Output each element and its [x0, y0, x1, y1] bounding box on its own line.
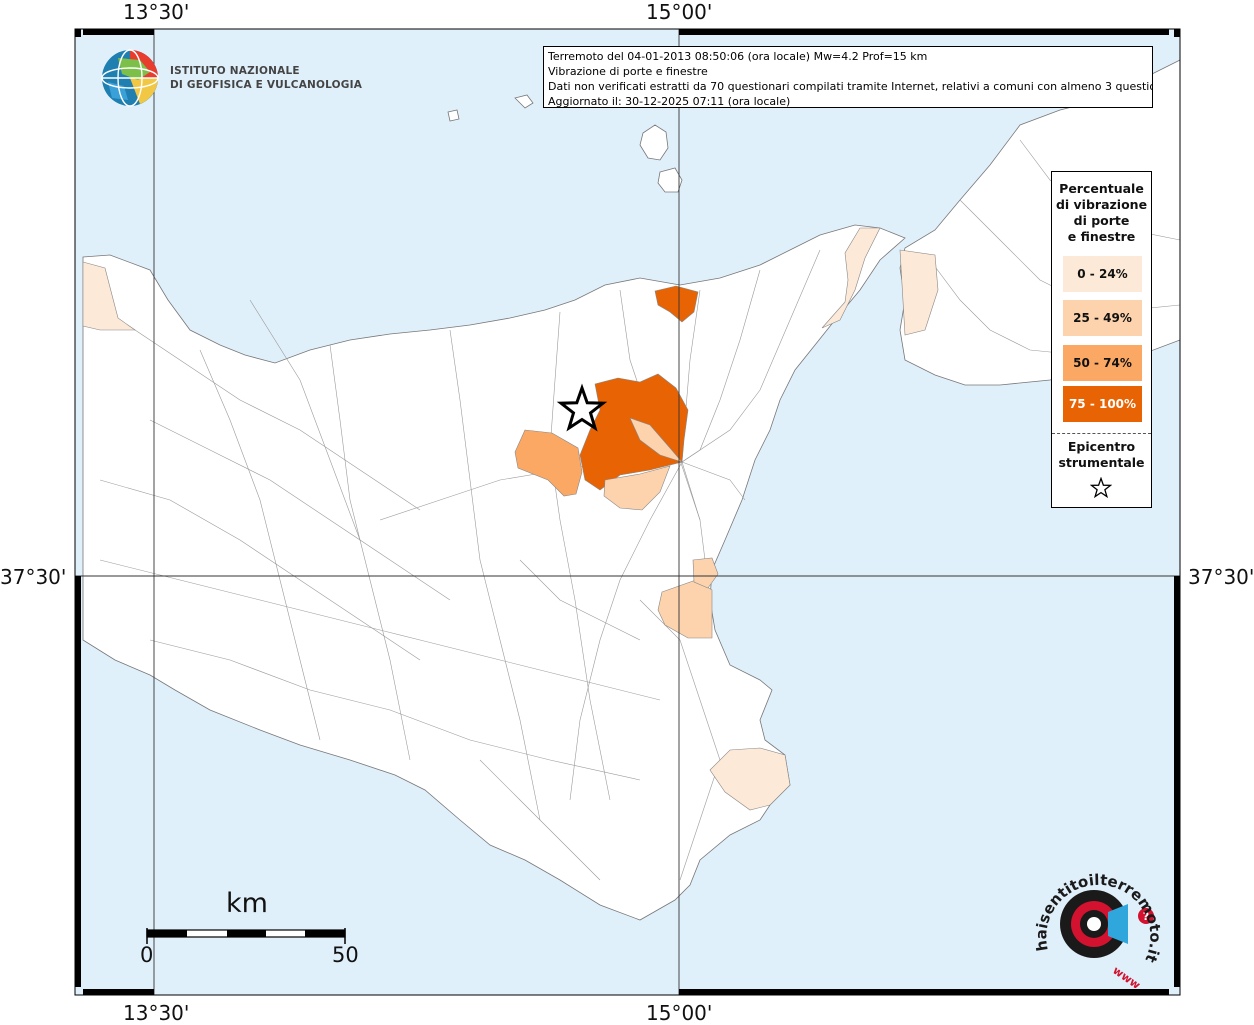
legend-epicenter-line: Epicentro [1067, 439, 1136, 454]
legend-epicenter-line: strumentale [1058, 455, 1145, 470]
legend-title-line: e finestre [1067, 229, 1136, 244]
legend-class-1: 25 - 49% [1063, 300, 1142, 336]
scale-start: 0 [140, 943, 154, 967]
legend-title: Percentuale di vibrazione di porte e fin… [1052, 181, 1151, 245]
event-updated: Aggiornato il: 30-12-2025 07:11 (ora loc… [548, 95, 791, 108]
legend-class-3: 75 - 100% [1063, 386, 1142, 422]
scale-end: 50 [332, 943, 359, 967]
legend-class-0: 0 - 24% [1063, 256, 1142, 292]
lon-label-bottom-right: 15°00' [646, 1001, 713, 1025]
lon-label-top-left: 13°30' [123, 0, 190, 24]
event-info-box: Terremoto del 04-01-2013 08:50:06 (ora l… [543, 46, 1153, 108]
haisentito-logo-icon: ? haisentitoilterremoto.it www. [1032, 871, 1164, 988]
institute-name: ISTITUTO NAZIONALE DI GEOFISICA E VULCAN… [170, 64, 362, 92]
scale-unit: km [226, 888, 268, 919]
legend-epicenter-label: Epicentro strumentale [1052, 439, 1151, 471]
event-title: Terremoto del 04-01-2013 08:50:06 (ora l… [548, 50, 928, 63]
legend-title-line: Percentuale [1059, 181, 1144, 196]
lon-label-top-right: 15°00' [646, 0, 713, 24]
legend-star-icon [1090, 477, 1112, 499]
event-note: Dati non verificati estratti da 70 quest… [548, 80, 1153, 93]
lon-label-bottom-left: 13°30' [123, 1001, 190, 1025]
legend-title-line: di porte [1073, 213, 1130, 228]
institute-line-2: DI GEOFISICA E VULCANOLOGIA [170, 79, 363, 91]
legend-separator [1052, 433, 1151, 434]
island [447, 109, 460, 122]
brand-www: www. [1110, 964, 1145, 988]
legend: Percentuale di vibrazione di porte e fin… [1051, 171, 1152, 508]
lat-label-left: 37°30' [0, 565, 67, 589]
lat-label-right: 37°30' [1188, 565, 1254, 589]
event-subtitle: Vibrazione di porte e finestre [548, 65, 708, 78]
institute-line-1: ISTITUTO NAZIONALE [170, 65, 300, 77]
legend-class-2: 50 - 74% [1063, 345, 1142, 381]
ingv-logo-icon [101, 49, 159, 107]
legend-title-line: di vibrazione [1055, 197, 1148, 212]
